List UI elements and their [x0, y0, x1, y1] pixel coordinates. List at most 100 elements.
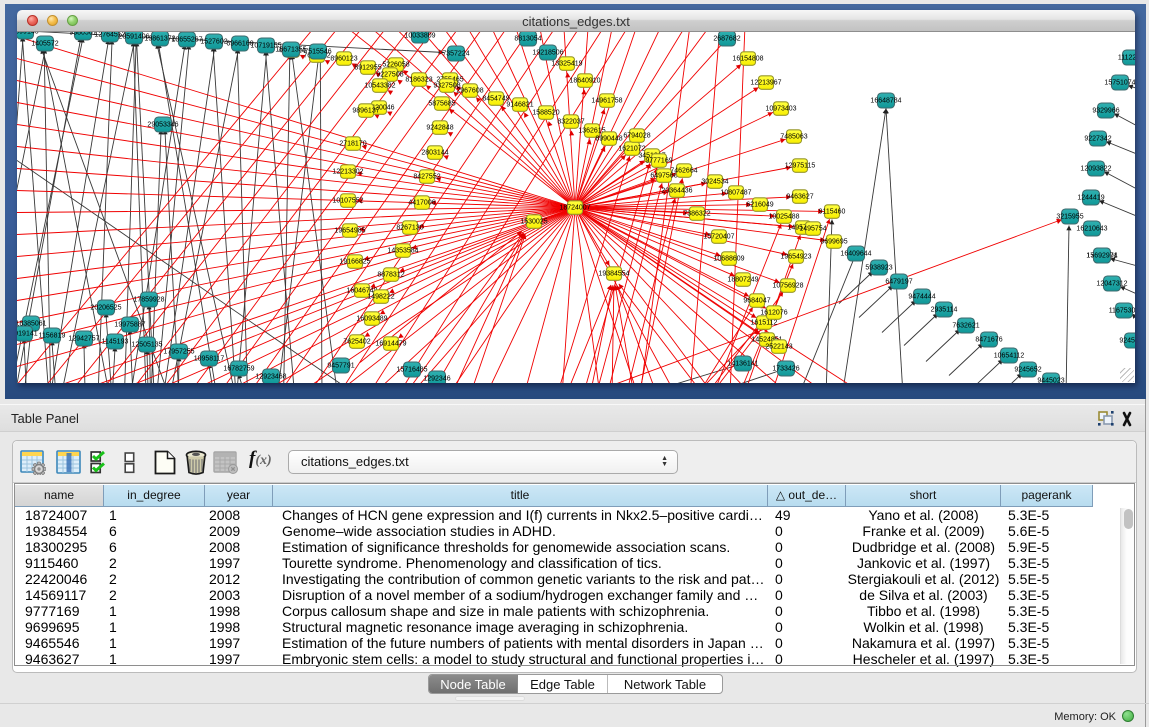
svg-text:1527602: 1527602: [200, 39, 227, 46]
svg-text:8813054: 8813054: [514, 36, 541, 43]
svg-text:18724007: 18724007: [559, 205, 590, 212]
svg-text:5938923: 5938923: [865, 265, 892, 272]
svg-text:15692971: 15692971: [1086, 253, 1117, 260]
svg-text:6216049: 6216049: [746, 202, 773, 209]
svg-text:19218506: 19218506: [532, 50, 563, 57]
svg-text:6479197: 6479197: [885, 279, 912, 286]
svg-text:19975887: 19975887: [114, 322, 145, 329]
svg-text:19384554: 19384554: [598, 271, 629, 278]
svg-text:9227342: 9227342: [1084, 136, 1111, 143]
svg-text:19166825: 19166825: [339, 259, 370, 266]
svg-text:1498222: 1498222: [367, 294, 394, 301]
svg-text:9115460: 9115460: [819, 209, 846, 216]
svg-text:1156819: 1156819: [39, 333, 66, 340]
svg-text:1588520: 1588520: [532, 110, 559, 117]
svg-text:3919141: 3919141: [17, 331, 38, 338]
svg-text:1612076: 1612076: [760, 310, 787, 317]
svg-text:1621072: 1621072: [618, 146, 645, 153]
svg-text:7357224: 7357224: [442, 51, 469, 58]
svg-text:7485063: 7485063: [780, 134, 807, 141]
svg-text:19654985: 19654985: [334, 228, 365, 235]
svg-text:10807487: 10807487: [720, 190, 751, 197]
svg-text:9245012: 9245012: [1119, 338, 1135, 345]
svg-text:9457791: 9457791: [327, 363, 354, 370]
svg-text:9227508: 9227508: [376, 72, 403, 79]
svg-text:8186323: 8186323: [405, 77, 432, 84]
svg-text:1495754: 1495754: [799, 226, 826, 233]
svg-text:7386322: 7386322: [683, 211, 710, 218]
svg-text:11675301: 11675301: [1109, 308, 1135, 315]
svg-text:12213967: 12213967: [750, 80, 781, 87]
svg-text:12505135: 12505135: [131, 342, 162, 349]
svg-text:12047312: 12047312: [1096, 281, 1127, 288]
svg-text:16093489: 16093489: [356, 316, 387, 323]
svg-text:16648784: 16648784: [870, 98, 901, 105]
svg-text:7462664: 7462664: [670, 168, 697, 175]
svg-text:12923468: 12923468: [255, 374, 286, 381]
svg-text:8990448: 8990448: [595, 136, 622, 143]
svg-text:2099145: 2099145: [17, 32, 39, 36]
svg-text:6794028: 6794028: [623, 133, 650, 140]
svg-text:10655267: 10655267: [171, 37, 202, 44]
svg-text:17957255: 17957255: [163, 349, 194, 356]
svg-text:2967608: 2967608: [456, 88, 483, 95]
svg-text:2803144: 2803144: [421, 150, 448, 157]
svg-text:1145193: 1145193: [102, 339, 129, 346]
svg-text:7515546: 7515546: [304, 49, 331, 56]
svg-text:1615112: 1615112: [751, 320, 778, 327]
svg-text:1530025: 1530025: [520, 219, 547, 226]
svg-text:8878312: 8878312: [377, 272, 404, 279]
svg-text:1292346: 1292346: [423, 376, 450, 383]
svg-text:9699695: 9699695: [820, 239, 847, 246]
svg-text:8471676: 8471676: [975, 337, 1002, 344]
svg-text:9146821: 9146821: [506, 102, 533, 109]
svg-text:3215955: 3215955: [1056, 214, 1083, 221]
svg-text:29053346: 29053346: [147, 122, 178, 129]
svg-text:16914479: 16914479: [375, 341, 406, 348]
svg-text:16409644: 16409644: [840, 251, 871, 258]
svg-text:9896137: 9896137: [352, 108, 379, 115]
svg-text:8427552: 8427552: [413, 174, 440, 181]
svg-text:7625402: 7625402: [343, 339, 370, 346]
svg-text:9242848: 9242848: [426, 125, 453, 132]
svg-text:8267130: 8267130: [396, 225, 423, 232]
svg-text:10107552: 10107552: [332, 198, 363, 205]
svg-text:9380561: 9380561: [69, 32, 96, 37]
svg-text:14353584: 14353584: [387, 248, 418, 255]
svg-text:2935114: 2935114: [931, 307, 958, 314]
svg-text:9445023: 9445023: [1037, 378, 1064, 384]
svg-text:10543382: 10543382: [364, 83, 395, 90]
svg-text:16782759: 16782759: [223, 366, 254, 373]
svg-text:8912955: 8912955: [354, 65, 381, 72]
svg-text:13325419: 13325419: [551, 61, 582, 68]
svg-text:14961758: 14961758: [591, 98, 622, 105]
svg-text:18640910: 18640910: [569, 78, 600, 85]
svg-text:9329966: 9329966: [1092, 108, 1119, 115]
svg-text:7632621: 7632621: [952, 323, 979, 330]
svg-text:9245652: 9245652: [1014, 367, 1041, 374]
svg-text:19654923: 19654923: [780, 254, 811, 261]
svg-text:10973403: 10973403: [765, 106, 796, 113]
svg-text:9777169: 9777169: [645, 158, 672, 165]
svg-text:20206525: 20206525: [90, 305, 121, 312]
svg-text:12942757: 12942757: [68, 336, 99, 343]
svg-text:10688609: 10688609: [713, 256, 744, 263]
svg-text:3024534: 3024534: [701, 179, 728, 186]
svg-text:12213302: 12213302: [332, 169, 363, 176]
svg-text:1244419: 1244419: [1077, 195, 1104, 202]
svg-text:9463627: 9463627: [786, 194, 813, 201]
svg-text:2522143: 2522143: [765, 344, 792, 351]
svg-text:20364436: 20364436: [661, 188, 692, 195]
svg-text:10958117: 10958117: [194, 356, 225, 363]
svg-text:12975115: 12975115: [785, 163, 816, 170]
svg-text:16210643: 16210643: [1076, 226, 1107, 233]
svg-text:15716485: 15716485: [396, 367, 427, 374]
svg-text:4417006: 4417006: [408, 200, 435, 207]
svg-text:1733426: 1733426: [772, 366, 799, 373]
svg-text:8960123: 8960123: [330, 56, 357, 63]
svg-text:17859928: 17859928: [133, 297, 164, 304]
svg-text:18807249: 18807249: [727, 277, 758, 284]
svg-text:10654112: 10654112: [994, 353, 1025, 360]
svg-text:8322037: 8322037: [557, 119, 584, 126]
svg-text:9474444: 9474444: [908, 294, 935, 301]
